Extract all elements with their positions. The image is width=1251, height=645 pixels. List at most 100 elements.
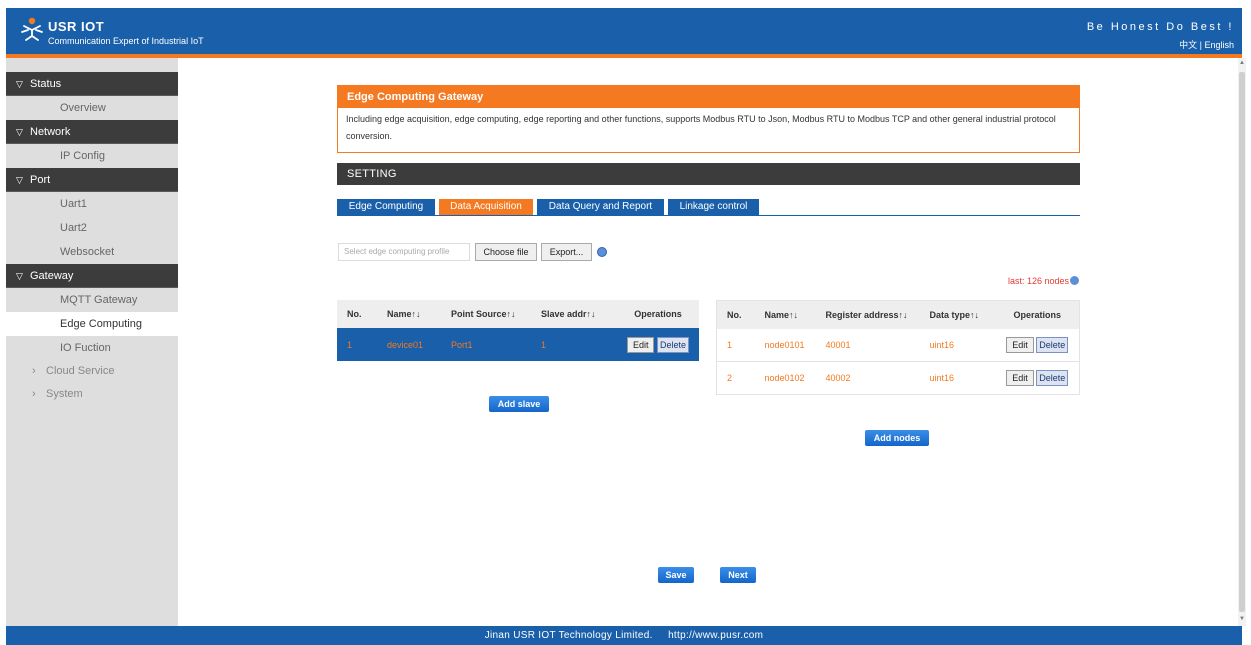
sidebar-group-port[interactable]: ▽ Port <box>6 168 178 192</box>
add-slave-button[interactable]: Add slave <box>489 396 549 412</box>
delete-button[interactable]: Delete <box>657 336 690 353</box>
language-switch[interactable]: 中文 | English <box>1179 38 1234 51</box>
cell-no: 2 <box>716 361 755 395</box>
description-body: Including edge acquisition, edge computi… <box>346 114 1056 141</box>
delete-button[interactable]: Delete <box>1036 370 1069 386</box>
footer: Jinan USR IOT Technology Limited. http:/… <box>6 626 1242 645</box>
column-header: No. <box>716 300 755 329</box>
cell-operations: Edit Delete <box>995 328 1080 362</box>
chevron-right-icon: › <box>32 388 36 400</box>
column-header-sortable[interactable]: Register address↑↓ <box>815 300 920 329</box>
chevron-down-icon: ▽ <box>16 127 23 137</box>
cell-operations: Edit Delete <box>995 361 1080 395</box>
choose-file-button[interactable]: Choose file <box>475 243 537 261</box>
sidebar-item-uart1[interactable]: Uart1 <box>6 192 178 216</box>
sidebar-item-io-fuction[interactable]: IO Fuction <box>6 336 178 360</box>
sidebar-item-uart2[interactable]: Uart2 <box>6 216 178 240</box>
chevron-right-icon: › <box>32 365 36 377</box>
sidebar-group-status[interactable]: ▽ Status <box>6 72 178 96</box>
sidebar-group-network[interactable]: ▽ Network <box>6 120 178 144</box>
cell-name: device01 <box>377 328 441 361</box>
column-header: Operations <box>617 300 699 328</box>
cell-point-source: Port1 <box>441 328 531 361</box>
slave-table: No. Name↑↓ Point Source↑↓ Slave addr↑↓ O… <box>337 300 699 361</box>
tab-bar: Edge Computing Data Acquisition Data Que… <box>337 199 1080 216</box>
cell-no: 1 <box>716 328 755 362</box>
cell-name: node0102 <box>754 361 816 395</box>
add-nodes-button[interactable]: Add nodes <box>865 430 929 446</box>
slogan: Be Honest Do Best ! <box>1086 21 1234 33</box>
cell-name: node0101 <box>754 328 816 362</box>
sidebar-group-gateway[interactable]: ▽ Gateway <box>6 264 178 288</box>
brand-name: USR IOT <box>48 19 105 34</box>
sidebar-item-ip-config[interactable]: IP Config <box>6 144 178 168</box>
cell-operations: Edit Delete <box>617 328 699 361</box>
sidebar: ▽ Status Overview ▽ Network IP Config ▽ … <box>6 58 178 626</box>
export-button[interactable]: Export... <box>541 243 592 261</box>
setting-header: SETTING <box>337 163 1080 185</box>
sidebar-group-label: Port <box>30 174 51 186</box>
column-header: No. <box>337 300 377 328</box>
column-header-sortable[interactable]: Name↑↓ <box>754 300 816 329</box>
next-button[interactable]: Next <box>720 567 756 583</box>
column-header-sortable[interactable]: Slave addr↑↓ <box>531 300 617 328</box>
sidebar-group-label: Gateway <box>30 270 74 282</box>
info-icon[interactable] <box>1070 276 1080 285</box>
table-row[interactable]: 1 device01 Port1 1 Edit Delete <box>337 328 699 361</box>
sidebar-item-websocket[interactable]: Websocket <box>6 240 178 264</box>
table-row[interactable]: 1 node0101 40001 uint16 Edit Delete <box>716 328 1080 362</box>
tab-linkage-control[interactable]: Linkage control <box>668 199 759 215</box>
help-icon[interactable] <box>597 247 607 257</box>
edit-button[interactable]: Edit <box>626 336 655 353</box>
cell-register-address: 40001 <box>815 328 920 362</box>
edit-button[interactable]: Edit <box>1006 336 1034 353</box>
column-header-sortable[interactable]: Name↑↓ <box>377 300 441 328</box>
vertical-scrollbar[interactable]: ▲ ▼ <box>1238 58 1246 626</box>
sidebar-group-label: System <box>46 388 83 400</box>
cell-no: 1 <box>337 328 377 361</box>
tab-data-query-and-report[interactable]: Data Query and Report <box>537 199 664 215</box>
last-nodes-text: last: 126 nodes <box>1008 276 1070 286</box>
main-content: Edge Computing Gateway Including edge ac… <box>178 58 1238 626</box>
scrollbar-thumb[interactable] <box>1239 72 1245 612</box>
sidebar-group-label: Status <box>30 78 62 90</box>
table-header-row: No. Name↑↓ Register address↑↓ Data type↑… <box>716 300 1080 329</box>
sidebar-group-cloud-service[interactable]: › Cloud Service <box>6 360 178 383</box>
description-title: Edge Computing Gateway <box>338 86 1079 108</box>
scroll-up-icon[interactable]: ▲ <box>1238 60 1246 66</box>
save-button[interactable]: Save <box>658 567 694 583</box>
cell-slave-addr: 1 <box>531 328 617 361</box>
table-header-row: No. Name↑↓ Point Source↑↓ Slave addr↑↓ O… <box>337 300 699 328</box>
column-header-sortable[interactable]: Point Source↑↓ <box>441 300 531 328</box>
tab-data-acquisition[interactable]: Data Acquisition <box>439 199 533 215</box>
delete-button[interactable]: Delete <box>1036 336 1069 353</box>
column-header: Operations <box>995 300 1080 329</box>
tab-edge-computing[interactable]: Edge Computing <box>337 199 435 215</box>
scroll-down-icon[interactable]: ▼ <box>1238 616 1246 622</box>
sidebar-group-system[interactable]: › System <box>6 383 178 406</box>
node-table: No. Name↑↓ Register address↑↓ Data type↑… <box>716 300 1080 395</box>
brand-tagline: Communication Expert of Industrial IoT <box>48 36 204 46</box>
sidebar-item-mqtt-gateway[interactable]: MQTT Gateway <box>6 288 178 312</box>
description-panel: Edge Computing Gateway Including edge ac… <box>337 85 1080 153</box>
table-row[interactable]: 2 node0102 40002 uint16 Edit Delete <box>716 361 1080 395</box>
sidebar-item-overview[interactable]: Overview <box>6 96 178 120</box>
chevron-down-icon: ▽ <box>16 175 23 185</box>
sidebar-group-label: Cloud Service <box>46 365 115 377</box>
usr-logo-icon <box>21 17 43 41</box>
footer-text: Jinan USR IOT Technology Limited. http:/… <box>484 630 764 641</box>
profile-file-input[interactable]: Select edge computing profile <box>338 243 470 261</box>
sidebar-group-label: Network <box>30 126 71 138</box>
cell-register-address: 40002 <box>815 361 920 395</box>
column-header-sortable[interactable]: Data type↑↓ <box>919 300 996 329</box>
cell-data-type: uint16 <box>919 328 996 362</box>
header-bar: USR IOT Communication Expert of Industri… <box>6 8 1242 54</box>
cell-data-type: uint16 <box>919 361 996 395</box>
chevron-down-icon: ▽ <box>16 271 23 281</box>
chevron-down-icon: ▽ <box>16 79 23 89</box>
sidebar-item-edge-computing[interactable]: Edge Computing <box>6 312 178 336</box>
edit-button[interactable]: Edit <box>1006 370 1034 386</box>
last-nodes-indicator: last: 126 nodes <box>1008 276 1080 286</box>
page: USR IOT Communication Expert of Industri… <box>0 0 1251 645</box>
